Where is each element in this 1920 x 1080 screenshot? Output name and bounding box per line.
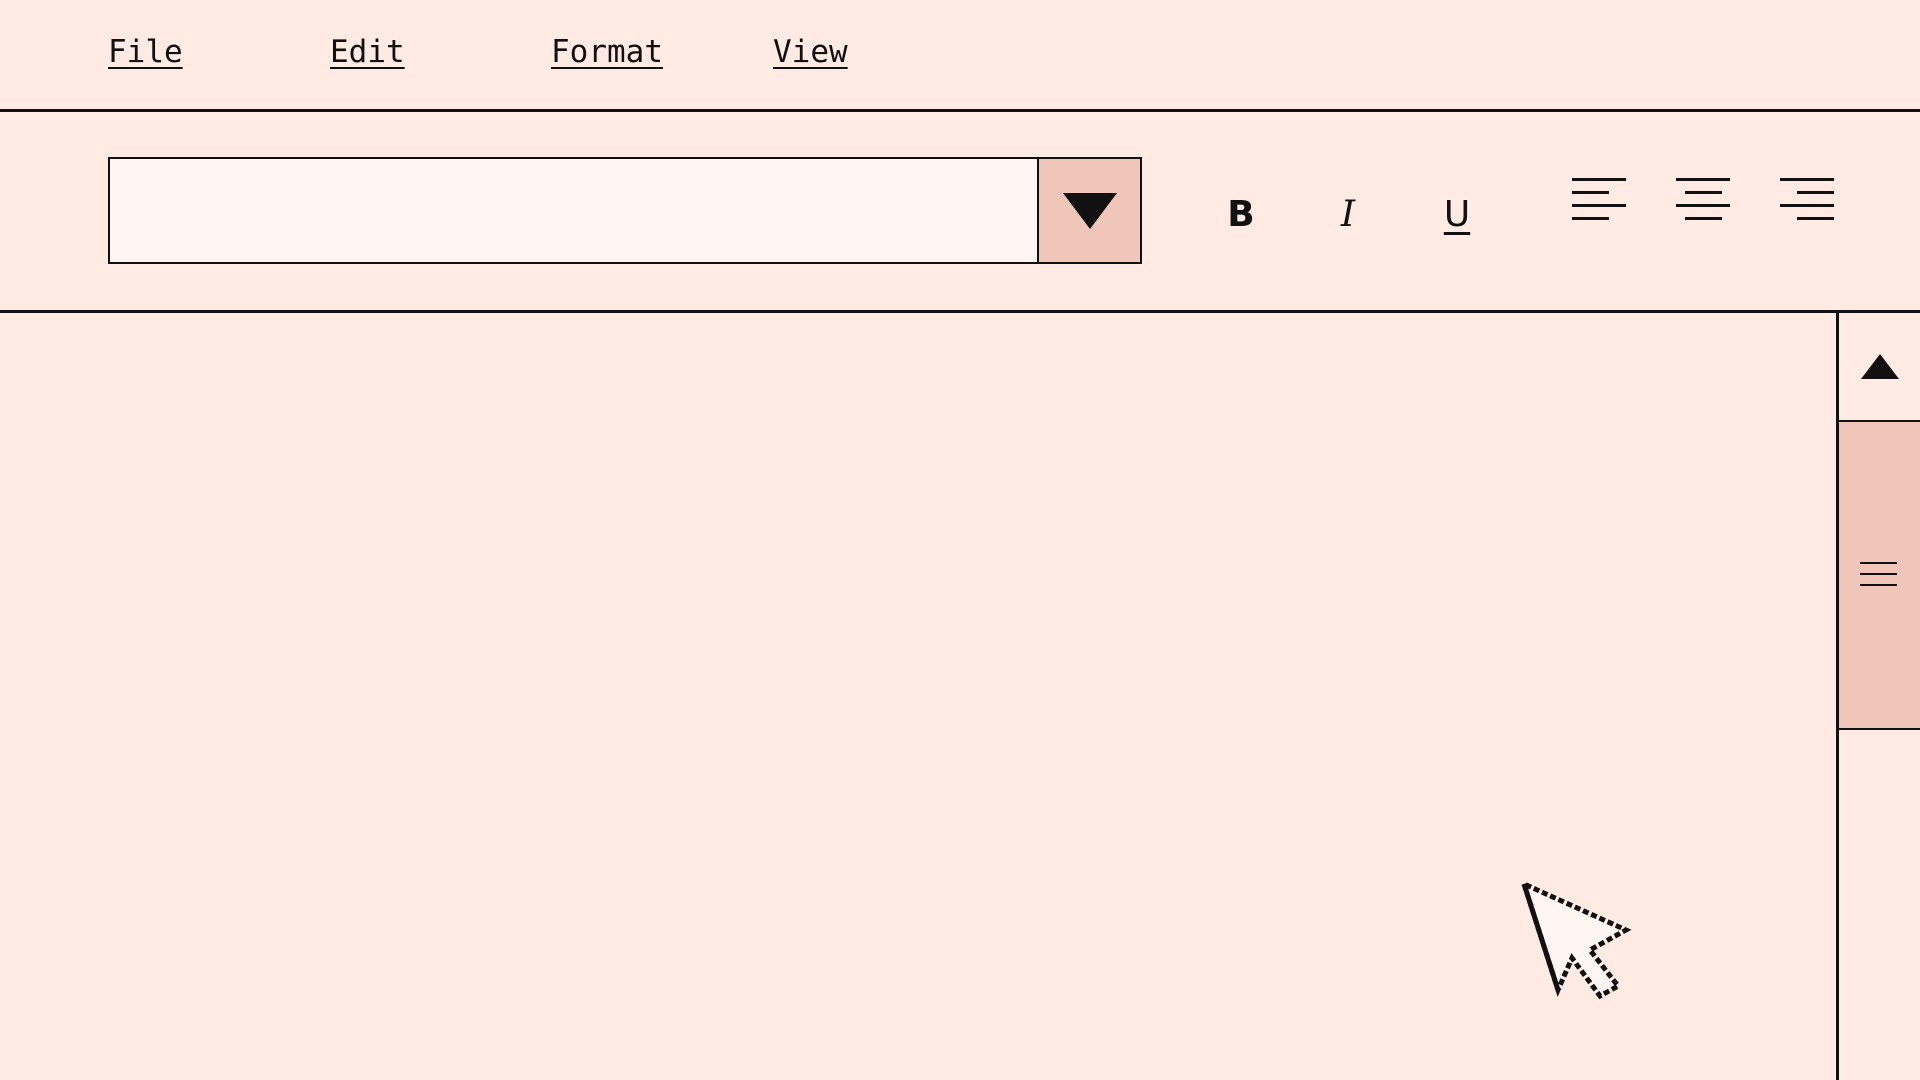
menu-bar: File Edit Format View <box>0 0 1920 112</box>
menu-view[interactable]: View <box>773 34 848 70</box>
font-input[interactable] <box>108 157 1049 264</box>
align-right-icon-line <box>1797 217 1834 220</box>
align-right-icon <box>1780 178 1834 181</box>
align-left-icon-line <box>1572 217 1609 220</box>
italic-button[interactable]: I <box>1318 184 1378 244</box>
vertical-scrollbar[interactable] <box>1836 313 1920 1080</box>
menu-edit[interactable]: Edit <box>330 34 405 70</box>
menu-file[interactable]: File <box>108 34 183 70</box>
grip-icon-line <box>1860 584 1897 586</box>
font-dropdown-button[interactable] <box>1037 157 1142 264</box>
align-left-icon-line <box>1572 204 1626 207</box>
align-center-icon-line <box>1685 191 1722 194</box>
chevron-down-icon <box>1062 192 1117 229</box>
scroll-thumb[interactable] <box>1839 420 1920 730</box>
menu-format[interactable]: Format <box>551 34 663 70</box>
formatting-toolbar: B I U <box>0 112 1920 313</box>
underline-button[interactable]: U <box>1427 184 1487 244</box>
align-center-button[interactable] <box>1676 178 1736 230</box>
font-combobox <box>108 157 1142 264</box>
align-right-icon-line <box>1797 191 1834 194</box>
arrow-up-icon <box>1860 354 1899 379</box>
align-right-icon-line <box>1780 204 1834 207</box>
align-center-icon <box>1676 178 1730 181</box>
align-left-icon <box>1572 178 1626 181</box>
document-editor[interactable] <box>0 315 1836 1080</box>
grip-icon-line <box>1860 573 1897 575</box>
align-left-button[interactable] <box>1572 178 1632 230</box>
align-left-icon-line <box>1572 191 1609 194</box>
grip-icon <box>1860 562 1897 564</box>
align-right-button[interactable] <box>1780 178 1840 230</box>
align-center-icon-line <box>1676 204 1730 207</box>
bold-button[interactable]: B <box>1211 184 1271 244</box>
align-center-icon-line <box>1685 217 1722 220</box>
scroll-up-button[interactable] <box>1839 313 1920 420</box>
